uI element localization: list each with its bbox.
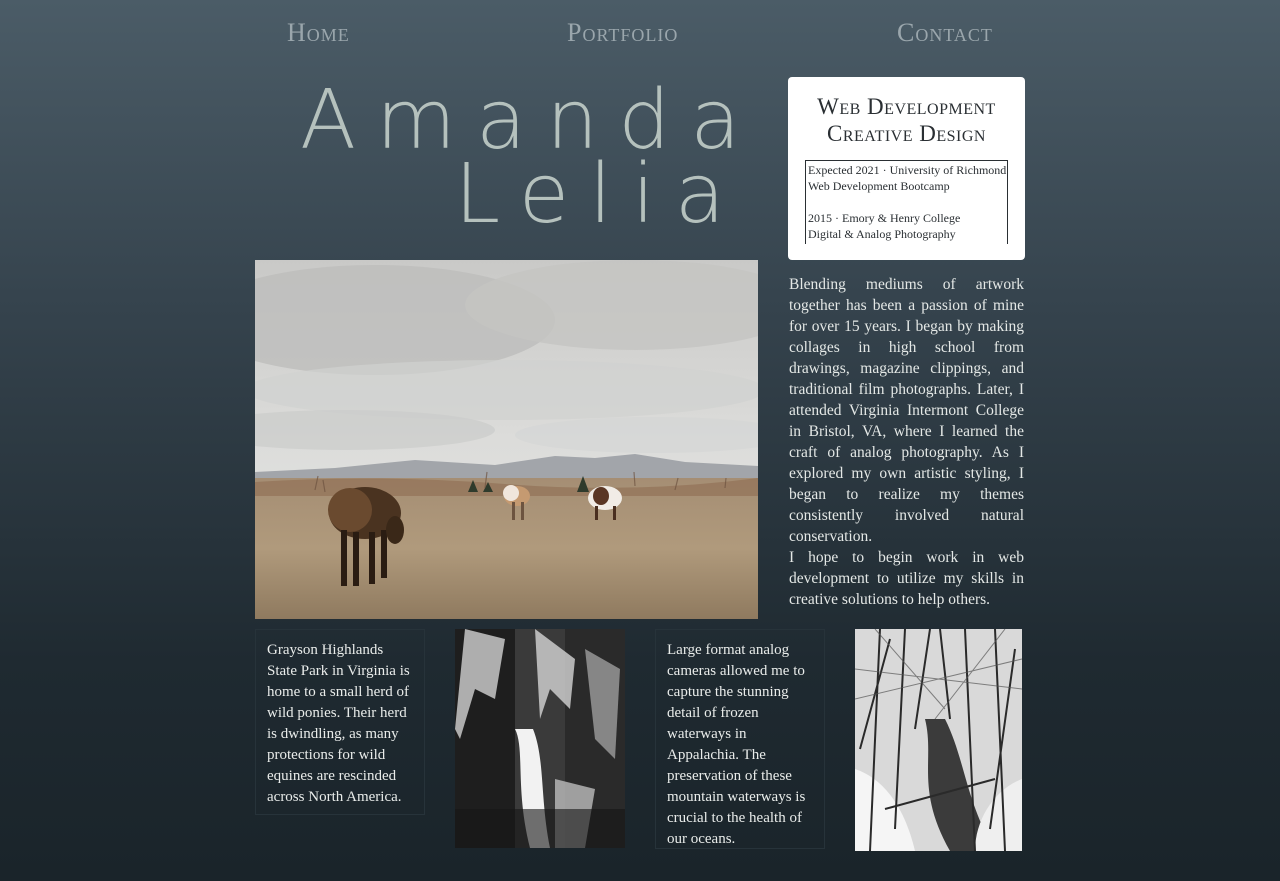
card-title: Web Development Creative Design: [805, 93, 1008, 147]
card-title-line1: Web Development: [817, 94, 996, 119]
education-item-1-line2: Web Development Bootcamp: [808, 179, 950, 193]
bio-text: Blending mediums of artwork together has…: [789, 274, 1024, 610]
snowy-creek-photo: [855, 629, 1022, 851]
skills-card: Web Development Creative Design Expected…: [788, 77, 1025, 260]
education-box: Expected 2021 · University of Richmond W…: [805, 160, 1008, 244]
ponies-caption: Grayson Highlands State Park in Virginia…: [255, 629, 425, 815]
main-nav: Home Portfolio Contact: [0, 18, 1280, 54]
wild-ponies-photo: [255, 260, 758, 619]
education-item-2-line1: 2015 · Emory & Henry College: [808, 211, 961, 225]
frozen-waterfall-photo: [455, 629, 625, 848]
nav-contact-link[interactable]: Contact: [897, 18, 993, 48]
education-item-1-line1: Expected 2021 · University of Richmond: [808, 163, 1007, 177]
bio-paragraph-2: I hope to begin work in web development …: [789, 549, 1024, 608]
hero-last-name: Lelia: [454, 147, 745, 242]
waterways-caption: Large format analog cameras allowed me t…: [655, 629, 825, 849]
hero-name: Amanda Lelia: [300, 80, 745, 242]
bio-paragraph-1: Blending mediums of artwork together has…: [789, 276, 1024, 545]
education-item-2-line2: Digital & Analog Photography: [808, 227, 956, 241]
card-title-line2: Creative Design: [827, 121, 986, 146]
nav-home-link[interactable]: Home: [287, 18, 350, 48]
nav-portfolio-link[interactable]: Portfolio: [567, 18, 678, 48]
